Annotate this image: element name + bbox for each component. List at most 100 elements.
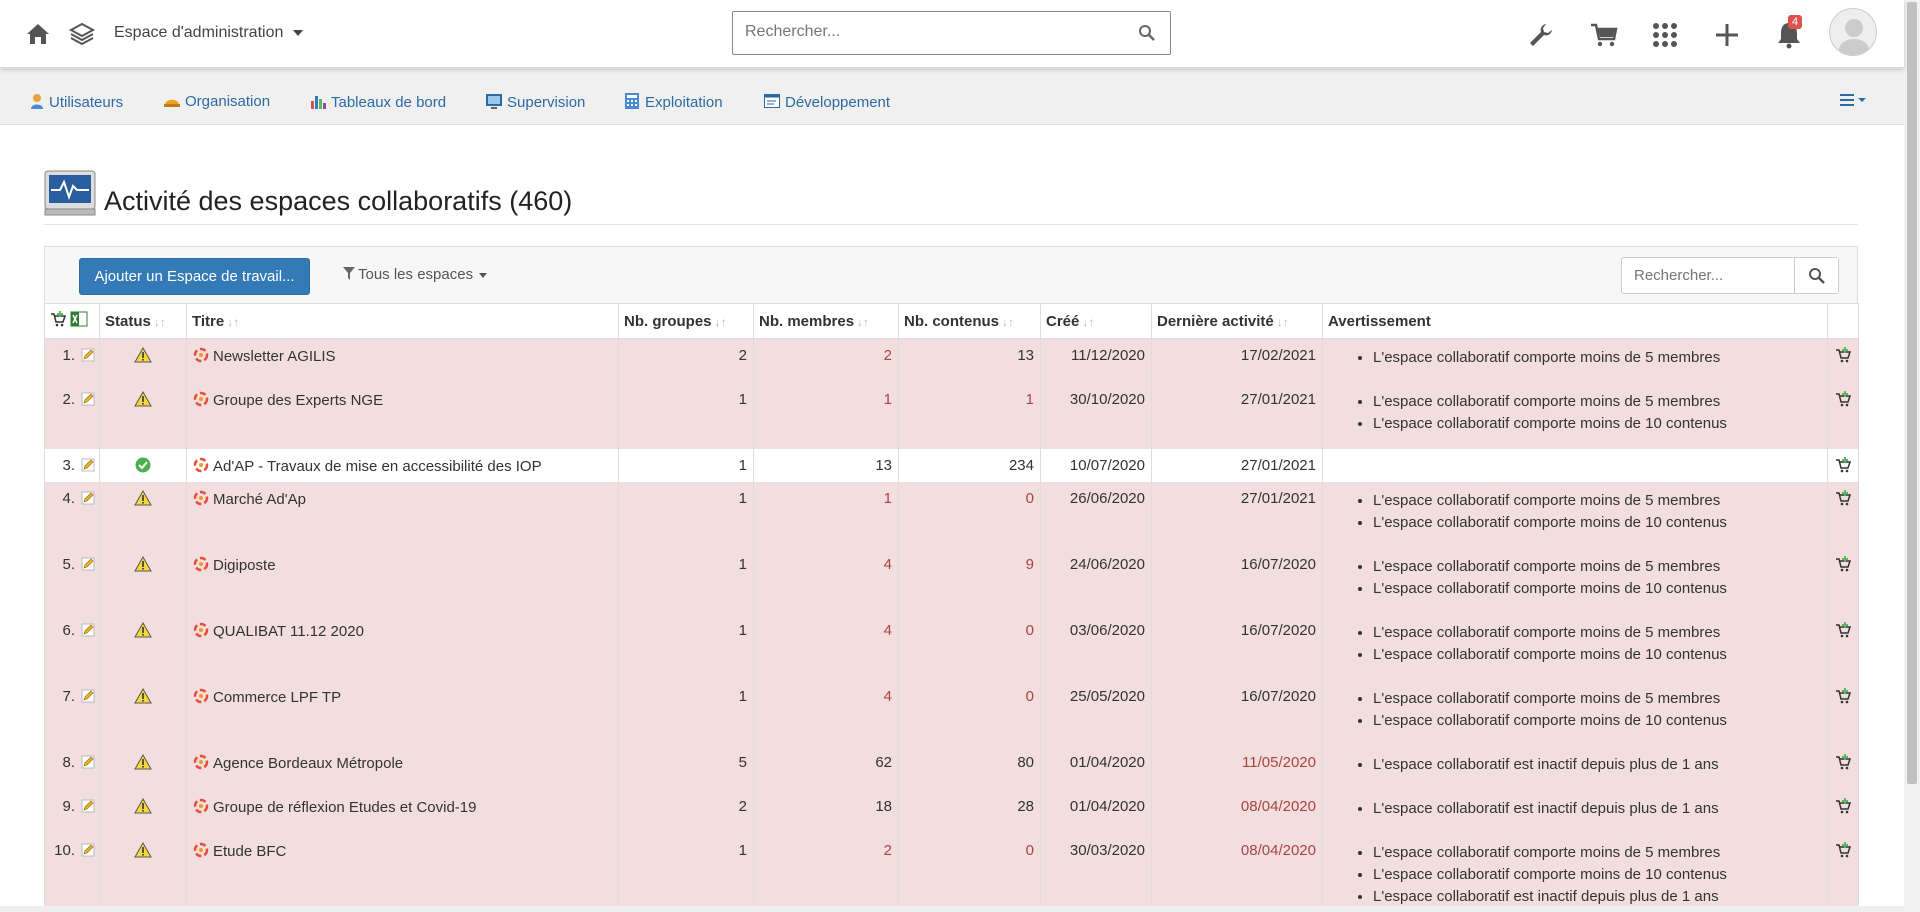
vertical-scrollbar[interactable] xyxy=(1904,0,1920,912)
table-row[interactable]: 7. Commerce LPF TP 1 4 0 25/05/2020 16/07/2020… xyxy=(44,679,1859,746)
nav-item-utilisateurs[interactable]: Utilisateurs xyxy=(30,93,123,111)
cart-add-icon[interactable] xyxy=(50,311,67,327)
admin-nav: Utilisateurs Organisation Tableaux de bo… xyxy=(0,69,1904,125)
sort-icon: ↓↑ xyxy=(1082,314,1095,329)
title-cell[interactable]: Agence Bordeaux Métropole xyxy=(186,745,619,790)
table-search xyxy=(1621,257,1839,294)
header-derniere-activite[interactable]: Dernière activité ↓↑ xyxy=(1151,303,1323,339)
last-activity-cell: 08/04/2020 xyxy=(1151,833,1323,912)
title-cell[interactable]: Groupe de réflexion Etudes et Covid-19 xyxy=(186,789,619,834)
warning-item: L'espace collaboratif comporte moins de … xyxy=(1373,556,1827,578)
cart-add-icon[interactable] xyxy=(1835,456,1852,473)
plus-icon[interactable] xyxy=(1712,20,1742,50)
cart-add-icon[interactable] xyxy=(1835,841,1852,858)
search-icon[interactable] xyxy=(1138,24,1156,42)
table-row[interactable]: 8. Agence Bordeaux Métropole 5 62 80 01/04/20… xyxy=(44,745,1859,790)
excel-export-icon[interactable] xyxy=(70,311,88,327)
warning-item: L'espace collaboratif comporte moins de … xyxy=(1373,864,1827,886)
layers-icon[interactable] xyxy=(68,20,96,48)
header-nb-contenus[interactable]: Nb. contenus ↓↑ xyxy=(898,303,1041,339)
cart-icon[interactable] xyxy=(1589,20,1619,50)
header-nb-groupes[interactable]: Nb. groupes ↓↑ xyxy=(618,303,754,339)
bottom-edge xyxy=(0,906,1904,912)
status-cell xyxy=(99,448,187,482)
table-row[interactable]: 2. Groupe des Experts NGE 1 1 1 30/10/2020 27/… xyxy=(44,382,1859,449)
table-row[interactable]: 1. Newsletter AGILIS 2 2 13 11/12/2020 17/02/2… xyxy=(44,338,1859,383)
table-row[interactable]: 4.Marché Ad'Ap11026/06/202027/01/2021L'e… xyxy=(44,481,1859,548)
table-row[interactable]: 6. QUALIBAT 11.12 2020 1 4 0 03/06/2020 16/07/… xyxy=(44,613,1859,680)
header-titre[interactable]: Titre ↓↑ xyxy=(186,303,619,339)
workspace-icon xyxy=(193,391,209,406)
workspace-icon xyxy=(193,556,209,571)
created-cell: 10/07/2020 xyxy=(1040,448,1152,482)
cart-add-icon[interactable] xyxy=(1835,489,1852,506)
cart-add-icon[interactable] xyxy=(1835,555,1852,572)
cart-add-icon[interactable] xyxy=(1835,753,1852,770)
cart-cell xyxy=(1827,833,1859,912)
groups-cell: 1 xyxy=(618,613,754,680)
cart-cell xyxy=(1827,745,1859,790)
edit-icon[interactable] xyxy=(81,458,95,472)
title-cell[interactable]: Digiposte xyxy=(186,547,619,614)
edit-icon[interactable] xyxy=(81,799,95,813)
edit-icon[interactable] xyxy=(81,689,95,703)
edit-icon[interactable] xyxy=(81,491,95,505)
table-row[interactable]: 3. Ad'AP - Travaux de mise en accessibili… xyxy=(44,448,1859,482)
table-row[interactable]: 10. Etude BFC 12030/03/202008/04/2020 L'esp… xyxy=(44,833,1859,912)
title-cell[interactable]: Groupe des Experts NGE xyxy=(186,382,619,449)
cart-add-icon[interactable] xyxy=(1835,797,1852,814)
edit-icon[interactable] xyxy=(81,623,95,637)
title-cell[interactable]: Marché Ad'Ap xyxy=(186,481,619,548)
groups-cell: 1 xyxy=(618,481,754,548)
contents-cell: 0 xyxy=(898,481,1041,548)
cart-add-icon[interactable] xyxy=(1835,390,1852,407)
edit-icon[interactable] xyxy=(81,755,95,769)
warnings-cell: L'espace collaboratif est inactif depuis… xyxy=(1322,745,1828,790)
avatar[interactable] xyxy=(1829,8,1877,56)
nav-item-supervision[interactable]: Supervision xyxy=(486,93,585,111)
wrench-icon[interactable] xyxy=(1526,20,1556,50)
members-cell: 18 xyxy=(753,789,899,834)
space-selector[interactable]: Espace d'administration xyxy=(114,24,304,42)
members-cell: 4 xyxy=(753,613,899,680)
add-workspace-button[interactable]: Ajouter un Espace de travail... xyxy=(79,258,310,295)
nav-item-exploitation[interactable]: Exploitation xyxy=(624,93,723,111)
header-actions xyxy=(44,303,100,339)
title-cell[interactable]: Ad'AP - Travaux de mise en accessibilité… xyxy=(186,448,619,482)
workspace-filter-dropdown[interactable]: Tous les espaces xyxy=(343,266,488,283)
nav-menu-button[interactable] xyxy=(1840,93,1868,111)
header-cree[interactable]: Créé ↓↑ xyxy=(1040,303,1152,339)
title-cell[interactable]: Commerce LPF TP xyxy=(186,679,619,746)
scrollbar-thumb[interactable] xyxy=(1907,2,1917,784)
warning-icon xyxy=(134,390,152,406)
edit-icon[interactable] xyxy=(81,392,95,406)
edit-icon[interactable] xyxy=(81,348,95,362)
apps-grid-icon[interactable] xyxy=(1650,20,1680,50)
warning-icon xyxy=(134,346,152,363)
header-nb-membres[interactable]: Nb. membres ↓↑ xyxy=(753,303,899,339)
warnings-cell: L'espace collaboratif comporte moins de … xyxy=(1322,338,1828,383)
title-cell[interactable]: Etude BFC xyxy=(186,833,619,912)
nav-item-developpement[interactable]: Développement xyxy=(764,93,890,111)
table-search-input[interactable] xyxy=(1622,258,1792,293)
table-search-button[interactable] xyxy=(1794,258,1838,293)
nav-item-tableaux-de-bord[interactable]: Tableaux de bord xyxy=(310,93,446,111)
nav-item-organisation[interactable]: Organisation xyxy=(164,93,270,110)
workspaces-table: Status ↓↑ Titre ↓↑ Nb. groupes ↓↑ Nb. membr… xyxy=(44,303,1859,912)
table-row[interactable]: 9. Groupe de réflexion Etudes et Covid-19… xyxy=(44,789,1859,834)
warnings-cell: L'espace collaboratif comporte moins de … xyxy=(1322,481,1828,548)
home-icon[interactable] xyxy=(24,20,52,48)
table-row[interactable]: 5. Digiposte 14924/06/202016/07/2020 L'espa… xyxy=(44,547,1859,614)
row-index: 1. xyxy=(62,347,75,364)
cart-add-icon[interactable] xyxy=(1835,621,1852,638)
edit-icon[interactable] xyxy=(81,843,95,857)
edit-icon[interactable] xyxy=(81,557,95,571)
header-status[interactable]: Status ↓↑ xyxy=(99,303,187,339)
cart-add-icon[interactable] xyxy=(1835,687,1852,704)
global-search-input[interactable] xyxy=(733,12,1113,52)
cart-add-icon[interactable] xyxy=(1835,347,1852,363)
title-cell[interactable]: Newsletter AGILIS xyxy=(186,338,619,383)
title-cell[interactable]: QUALIBAT 11.12 2020 xyxy=(186,613,619,680)
filter-label: Tous les espaces xyxy=(358,266,474,283)
sort-icon: ↓↑ xyxy=(1276,314,1289,329)
